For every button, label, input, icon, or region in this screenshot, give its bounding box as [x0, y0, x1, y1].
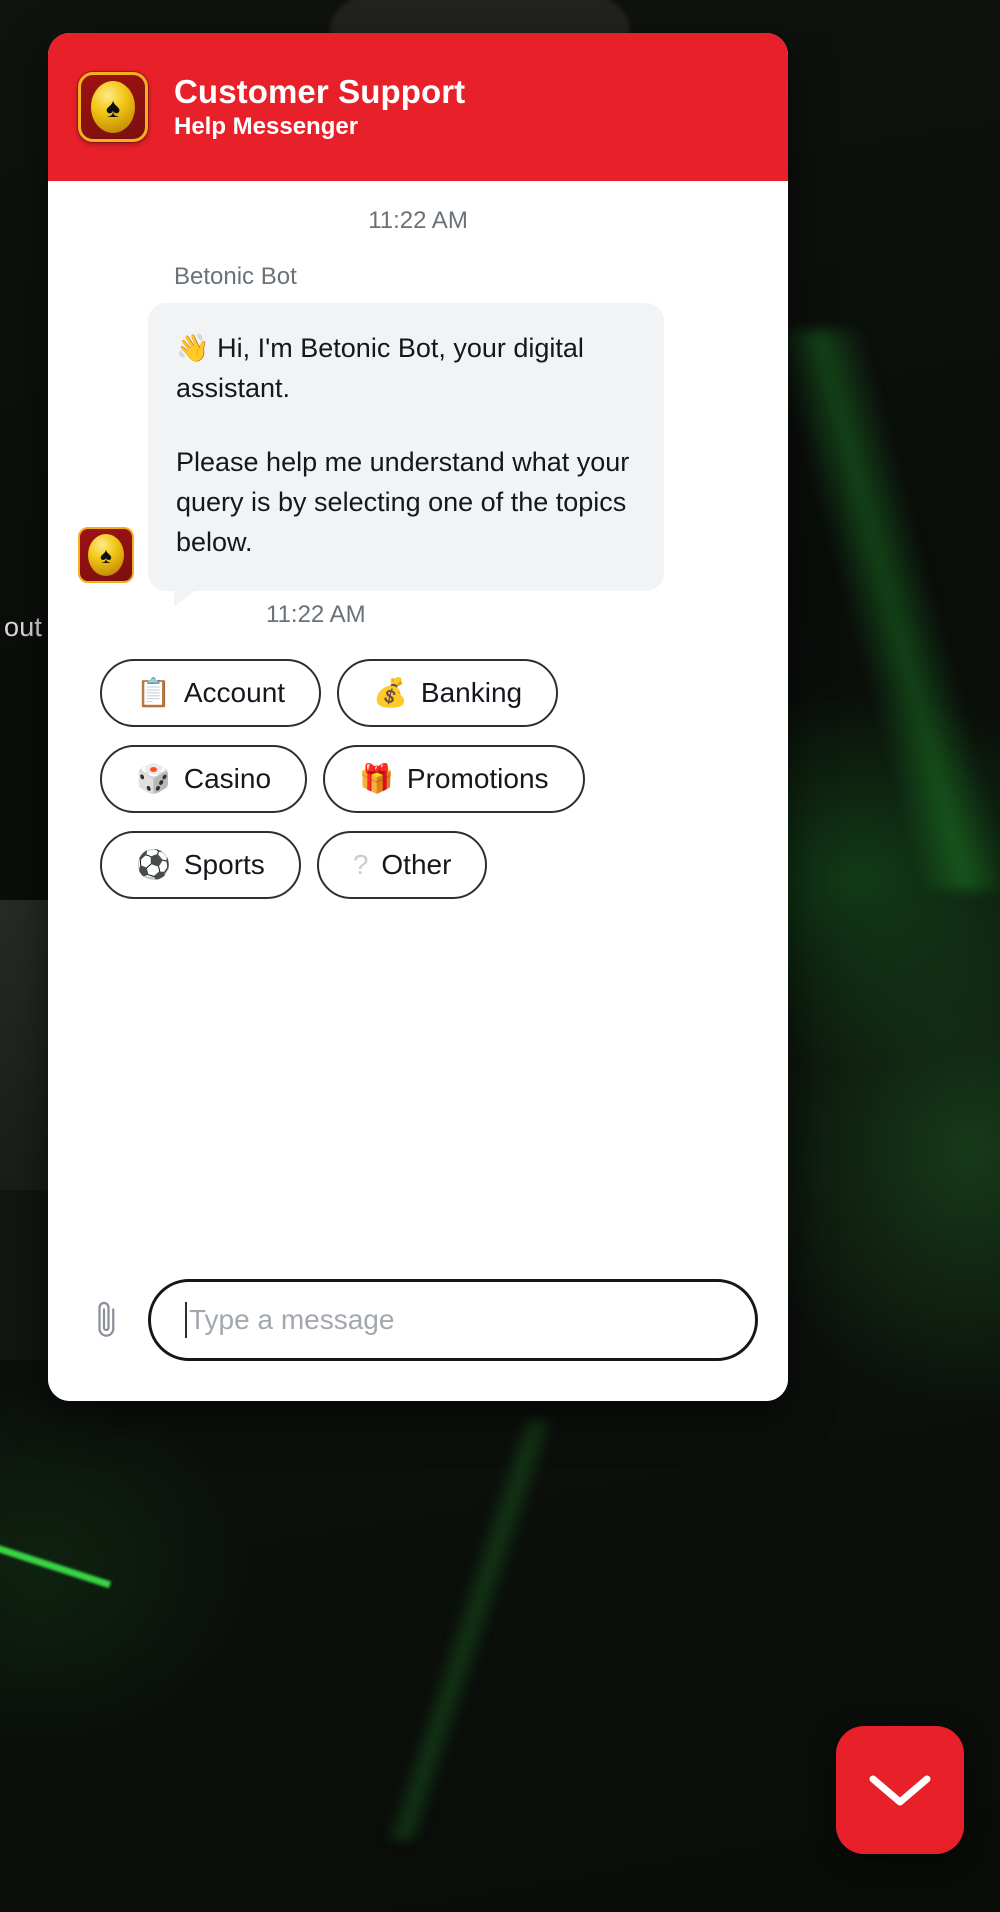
- bot-avatar-coin: ♠: [88, 533, 124, 576]
- quick-reply-label: Sports: [183, 849, 265, 881]
- spade-icon: ♠: [100, 542, 112, 568]
- quick-reply-banking[interactable]: 💰 Banking: [337, 658, 559, 727]
- paperclip-icon[interactable]: [84, 1294, 130, 1346]
- quick-reply-casino[interactable]: 🎲 Casino: [100, 744, 308, 814]
- money-bag-icon: 💰: [373, 676, 408, 708]
- conversation-timestamp: 11:22 AM: [368, 207, 468, 234]
- bot-avatar: ♠: [78, 526, 134, 583]
- chat-header: ♠ Customer Support Help Messenger: [48, 33, 788, 181]
- background-neon-glow-right: [770, 330, 1000, 890]
- message-timestamp: 11:22 AM: [266, 600, 366, 628]
- quick-reply-label: Banking: [420, 676, 523, 708]
- quick-reply-sports[interactable]: ⚽ Sports: [100, 831, 301, 900]
- bot-message-paragraph-2: Please help me understand what your quer…: [176, 446, 630, 557]
- gift-icon: 🎁: [359, 763, 394, 795]
- chat-widget: ♠ Customer Support Help Messenger 11:22 …: [48, 33, 788, 1401]
- chat-title: Customer Support: [174, 72, 466, 110]
- quick-reply-list: 📋 Account 💰 Banking 🎲 Casino 🎁 Promotion…: [48, 629, 788, 900]
- question-mark-icon: ?: [352, 849, 369, 881]
- message-input-placeholder: Type a message: [189, 1304, 395, 1335]
- background-partial-text: out: [4, 612, 43, 642]
- chevron-down-icon: [869, 1775, 931, 1806]
- header-text-block: Customer Support Help Messenger: [174, 72, 466, 141]
- bot-message-bubble-wrap: 👋 Hi, I'm Betonic Bot, your digital assi…: [148, 303, 664, 607]
- clipboard-icon: 📋: [136, 676, 171, 708]
- quick-reply-label: Account: [183, 676, 286, 708]
- message-composer: Type a message: [48, 1257, 788, 1401]
- conversation-area: 11:22 AM Betonic Bot ♠ 👋 Hi, I'm Betonic…: [48, 181, 788, 1257]
- collapse-chat-button[interactable]: [836, 1726, 964, 1854]
- quick-reply-account[interactable]: 📋 Account: [100, 658, 322, 727]
- background-neon-glow-bottom: [300, 1420, 640, 1840]
- chat-subtitle: Help Messenger: [174, 112, 359, 140]
- message-sender-name: Betonic Bot: [174, 263, 297, 290]
- bubble-tail: [174, 586, 200, 607]
- text-caret: [185, 1302, 187, 1338]
- dice-icon: 🎲: [136, 763, 171, 795]
- bot-message-paragraph-1: 👋 Hi, I'm Betonic Bot, your digital assi…: [176, 333, 584, 403]
- brand-logo-icon: ♠: [78, 72, 148, 142]
- brand-logo-coin: ♠: [91, 81, 135, 133]
- quick-reply-other[interactable]: ? Other: [316, 831, 488, 900]
- background-neon-streak-bottom-left: [0, 1541, 112, 1639]
- spade-icon: ♠: [105, 92, 121, 123]
- quick-reply-label: Other: [381, 849, 452, 881]
- quick-reply-promotions[interactable]: 🎁 Promotions: [323, 744, 585, 814]
- quick-reply-label: Promotions: [406, 762, 549, 794]
- soccer-ball-icon: ⚽: [136, 849, 171, 881]
- bot-message-bubble: 👋 Hi, I'm Betonic Bot, your digital assi…: [148, 303, 664, 591]
- message-input[interactable]: Type a message: [148, 1279, 758, 1361]
- bot-message-row: ♠ 👋 Hi, I'm Betonic Bot, your digital as…: [48, 303, 788, 607]
- quick-reply-label: Casino: [183, 762, 272, 794]
